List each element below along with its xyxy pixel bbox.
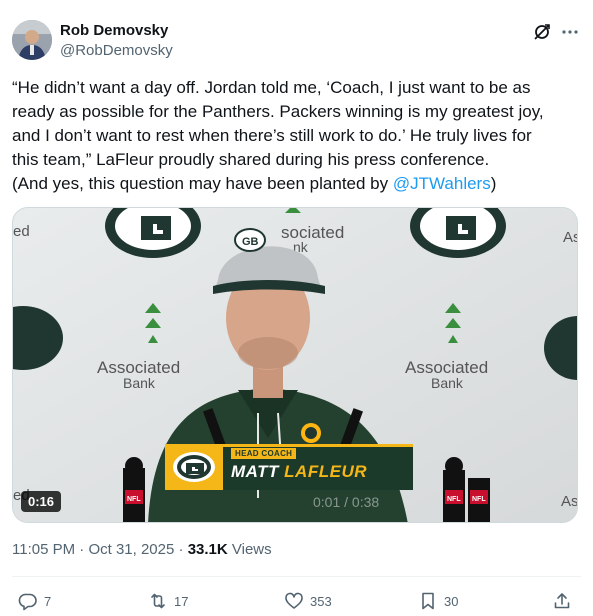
grok-icon[interactable]	[532, 22, 552, 42]
tweet-time[interactable]: 11:05 PM	[12, 541, 75, 558]
reply-count: 7	[44, 593, 52, 609]
repost-button[interactable]: 17	[148, 590, 188, 612]
tweet-line-last: (And yes, this question may have been pl…	[12, 172, 582, 196]
mention-link[interactable]: @JTWahlers	[393, 174, 491, 193]
more-options-icon[interactable]	[560, 22, 580, 42]
tweet-meta: 11:05 PM · Oct 31, 2025 · 33.1K Views	[12, 541, 272, 558]
mic-label: NFL	[127, 496, 141, 503]
share-icon	[554, 593, 570, 609]
meta-separator: ·	[75, 541, 89, 558]
backdrop-text: ed	[13, 223, 30, 240]
backdrop-text: Bank	[431, 375, 464, 391]
video-duration-badge: 0:16	[21, 491, 62, 512]
tweet-line: this team,” LaFleur proudly shared durin…	[12, 150, 490, 169]
lower-third-first-name: MATT	[231, 462, 285, 481]
mic-label: NFL	[472, 496, 486, 503]
tweet-line-suffix: )	[490, 174, 497, 193]
backdrop-text: Bank	[123, 375, 156, 391]
bookmark-icon	[422, 592, 434, 610]
mic-label: NFL	[447, 496, 461, 503]
lower-third-name: MATT LAFLEUR	[231, 462, 367, 482]
tweet-line: ready as possible for the Panthers. Pack…	[12, 102, 544, 121]
views-label: Views	[227, 541, 272, 558]
reply-icon	[18, 593, 37, 611]
tweet-line-prefix: (And yes, this question may have been pl…	[12, 174, 393, 193]
tweet-line: and I don’t want to rest when there’s st…	[12, 126, 532, 145]
hat-logo-text: GB	[242, 236, 259, 248]
meta-separator: ·	[174, 541, 188, 558]
display-name[interactable]: Rob Demovsky	[60, 22, 168, 39]
lower-third-body: HEAD COACH MATT LAFLEUR	[223, 444, 413, 490]
heart-icon	[285, 592, 303, 609]
avatar[interactable]	[12, 20, 52, 60]
lower-third-graphic: HEAD COACH MATT LAFLEUR	[165, 444, 413, 490]
embedded-video-time: 0:01 / 0:38	[313, 494, 380, 510]
lower-third-role: HEAD COACH	[231, 448, 297, 459]
repost-count: 17	[174, 593, 189, 609]
tweet-text: “He didn’t want a day off. Jordan told m…	[12, 76, 582, 196]
tweet-line: “He didn’t want a day off. Jordan told m…	[12, 78, 531, 97]
like-button[interactable]: 353	[284, 590, 332, 612]
repost-icon	[151, 593, 165, 609]
share-button[interactable]	[552, 590, 572, 612]
backdrop-text: As	[563, 229, 578, 246]
packers-g-logo-icon	[165, 444, 223, 490]
backdrop-text: As	[561, 493, 578, 510]
tweet-card: Rob Demovsky @RobDemovsky “He didn’t wan…	[0, 0, 593, 616]
divider	[12, 576, 581, 577]
bookmark-count: 30	[444, 593, 459, 609]
like-count: 353	[310, 593, 332, 609]
backdrop-text: sociated	[281, 223, 344, 242]
tweet-date[interactable]: Oct 31, 2025	[88, 541, 174, 558]
video-player[interactable]: Associated Bank Associated Bank sociated…	[12, 207, 578, 523]
lower-third-accent-bar	[223, 444, 413, 447]
reply-button[interactable]: 7	[18, 590, 51, 612]
lower-third-last-name: LAFLEUR	[284, 462, 367, 481]
views-count[interactable]: 33.1K	[188, 541, 228, 558]
handle[interactable]: @RobDemovsky	[60, 42, 173, 59]
bookmark-button[interactable]: 30	[418, 590, 458, 612]
